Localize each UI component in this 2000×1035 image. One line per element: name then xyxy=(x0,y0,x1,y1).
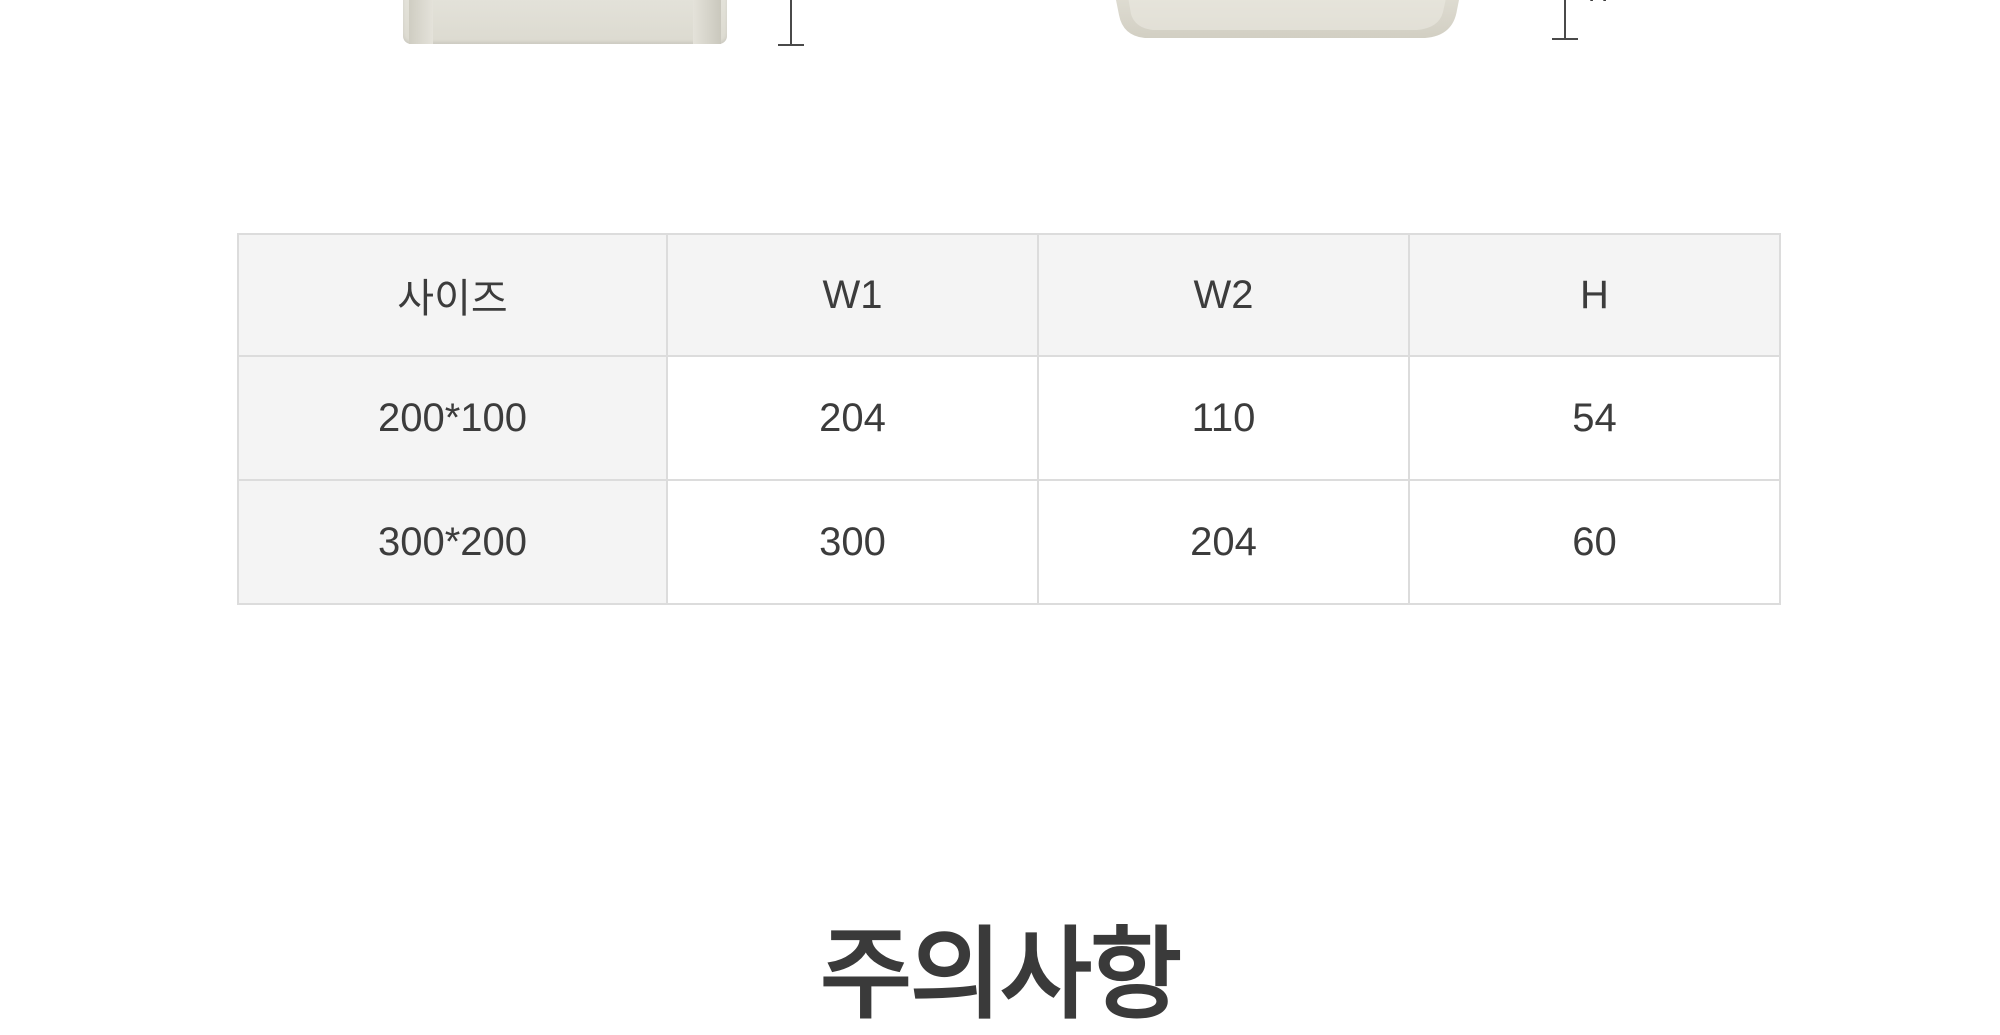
size-cell: 200*100 xyxy=(237,355,668,481)
header-size: 사이즈 xyxy=(237,233,668,357)
tray-front-view-icon xyxy=(403,0,727,44)
table-row: 200*100 204 110 54 xyxy=(237,355,1781,481)
header-w1: W1 xyxy=(666,233,1039,357)
tray-side-view-icon xyxy=(1105,0,1470,40)
dimension-line-right xyxy=(1564,0,1566,38)
table-header-row: 사이즈 W1 W2 H xyxy=(237,233,1781,357)
height-marker-label: H xyxy=(1588,0,1608,6)
header-h: H xyxy=(1408,233,1781,357)
dimension-cap-right xyxy=(1552,38,1578,40)
h-cell: 60 xyxy=(1408,479,1781,605)
section-title-precautions: 주의사항 xyxy=(820,916,1182,1033)
table-row: 300*200 300 204 60 xyxy=(237,479,1781,605)
w1-cell: 300 xyxy=(666,479,1039,605)
header-w2: W2 xyxy=(1037,233,1410,357)
w2-cell: 110 xyxy=(1037,355,1410,481)
dimension-cap-left xyxy=(778,44,804,46)
size-cell: 300*200 xyxy=(237,479,668,605)
w2-cell: 204 xyxy=(1037,479,1410,605)
w1-cell: 204 xyxy=(666,355,1039,481)
dimension-line-left xyxy=(790,0,792,44)
h-cell: 54 xyxy=(1408,355,1781,481)
size-spec-table: 사이즈 W1 W2 H 200*100 204 110 54 300*200 3… xyxy=(237,233,1781,605)
